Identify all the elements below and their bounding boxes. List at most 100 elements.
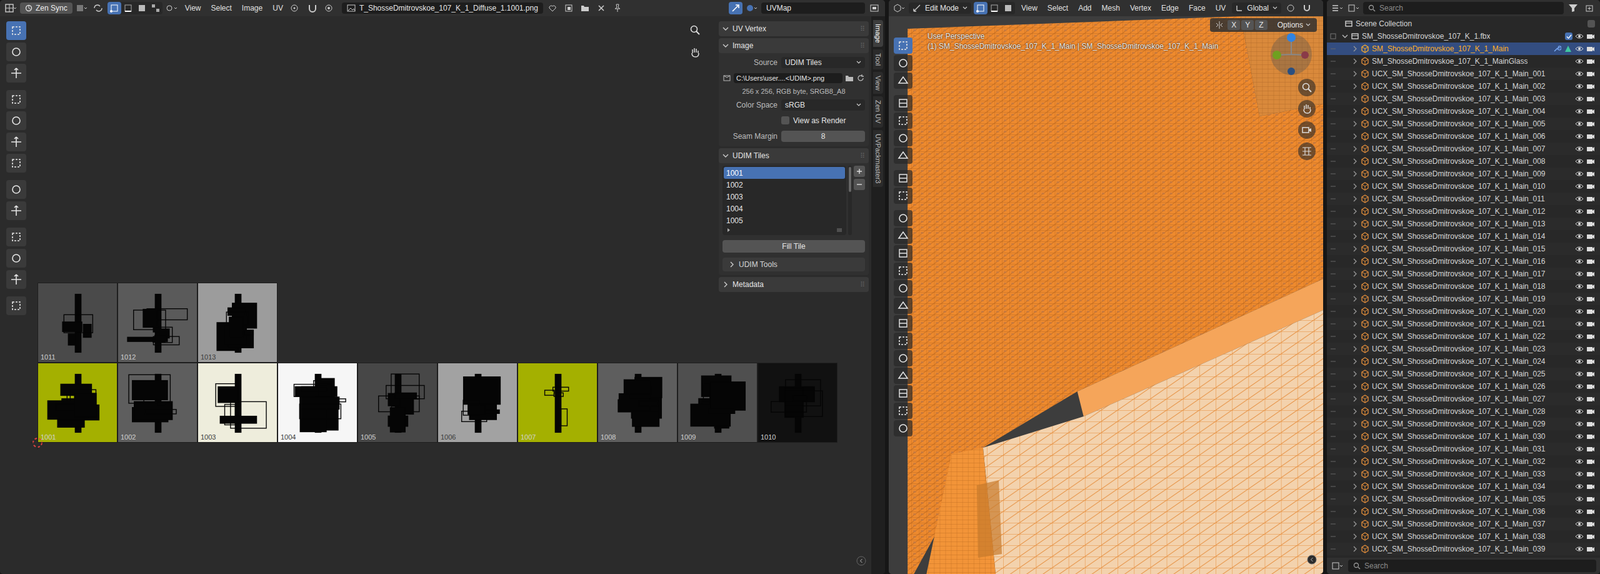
uv-island[interactable] (785, 390, 823, 417)
editor-type-icon[interactable] (892, 1, 907, 15)
object-row[interactable]: UCX_SM_ShosseDmitrovskoe_107_K_1_Main_01… (1326, 217, 1600, 230)
uv-island[interactable] (785, 388, 804, 417)
eye-icon[interactable] (1575, 406, 1584, 416)
camera-icon[interactable] (1586, 106, 1595, 116)
restrict-icon[interactable] (1330, 83, 1337, 90)
properties-editor-icon[interactable] (1330, 559, 1345, 572)
new-image-icon[interactable] (561, 1, 576, 15)
udim-tile[interactable]: 1013 (197, 282, 278, 363)
perspective-grid-icon[interactable] (1298, 142, 1316, 160)
camera-icon[interactable] (1586, 169, 1595, 179)
new-collection-icon[interactable] (1582, 1, 1597, 15)
uv-island[interactable] (63, 314, 93, 333)
seam-margin-field[interactable]: 8 (781, 130, 865, 142)
restrict-icon[interactable] (1330, 320, 1337, 327)
modifier-wrench-icon[interactable] (1552, 44, 1562, 54)
restrict-icon[interactable] (1330, 95, 1337, 102)
measure-tool-icon[interactable] (893, 170, 913, 187)
uv-island[interactable] (220, 416, 257, 424)
restrict-icon[interactable] (1330, 145, 1337, 152)
scene-collection-row[interactable]: Scene Collection (1326, 17, 1600, 30)
expand-arrow-icon[interactable] (1351, 70, 1359, 77)
exclude-checkbox[interactable] (1587, 20, 1595, 28)
udim-tile[interactable]: 1001 (37, 362, 118, 443)
camera-icon[interactable] (1586, 231, 1595, 241)
knife-tool-icon[interactable] (893, 280, 913, 297)
restrict-icon[interactable] (1330, 245, 1337, 252)
mirror-axis-toggle[interactable]: X (1227, 20, 1240, 30)
fake-user-icon[interactable] (545, 1, 560, 15)
restrict-icon[interactable] (1330, 70, 1337, 77)
panel-header[interactable]: Metadata⠿ (718, 276, 869, 292)
udim-tile[interactable]: 1010 (757, 362, 838, 443)
restrict-icon[interactable] (1330, 508, 1337, 515)
mode-dropdown[interactable]: Edit Mode (908, 2, 972, 14)
mirror-axis-toggle[interactable]: Y (1241, 20, 1254, 30)
uv-island[interactable] (553, 386, 569, 391)
uv-island[interactable] (157, 401, 166, 405)
zen-sample-tool-icon[interactable] (6, 296, 27, 315)
object-row[interactable]: UCX_SM_ShosseDmitrovskoe_107_K_1_Main_03… (1326, 530, 1600, 543)
uv-sync-icon[interactable] (728, 1, 743, 15)
region-toggle-icon[interactable] (1306, 554, 1317, 567)
add-tile-icon[interactable] (853, 165, 865, 177)
sidebar-tab[interactable]: Tool (873, 49, 884, 70)
uv-island[interactable] (143, 309, 158, 328)
filter-icon[interactable] (1566, 1, 1580, 15)
expand-arrow-icon[interactable] (1351, 245, 1359, 252)
pan-hand-icon[interactable] (1298, 100, 1316, 118)
uv-island[interactable] (785, 379, 821, 406)
uv-island[interactable] (771, 401, 807, 412)
eye-icon[interactable] (1575, 231, 1584, 241)
restrict-icon[interactable] (1330, 108, 1337, 115)
udim-tools-subpanel[interactable]: UDIM Tools (722, 257, 865, 272)
camera-icon[interactable] (1586, 444, 1595, 454)
shrink-tool-icon[interactable] (893, 367, 913, 384)
extrude-tool-icon[interactable] (893, 210, 913, 227)
camera-icon[interactable] (1586, 281, 1595, 291)
drag-grip-icon[interactable]: ⠿ (860, 151, 865, 160)
snap-icon[interactable] (305, 1, 320, 15)
add-cube-tool-icon[interactable] (893, 187, 913, 204)
rip-tool-icon[interactable] (6, 180, 27, 199)
vertex-select-icon[interactable] (973, 1, 988, 15)
uv-island[interactable] (155, 335, 167, 342)
uv-island[interactable] (244, 330, 254, 335)
object-row[interactable]: UCX_SM_ShosseDmitrovskoe_107_K_1_Main_02… (1326, 367, 1600, 380)
camera-icon[interactable] (1586, 156, 1595, 166)
expand-arrow-icon[interactable] (1351, 345, 1359, 352)
eye-icon[interactable] (1575, 69, 1584, 79)
object-row[interactable]: UCX_SM_ShosseDmitrovskoe_107_K_1_Main_01… (1326, 230, 1600, 243)
drag-grip-icon[interactable]: ⠿ (860, 41, 865, 50)
restrict-icon[interactable] (1330, 58, 1337, 65)
restrict-icon[interactable] (1330, 308, 1337, 315)
object-row[interactable]: UCX_SM_ShosseDmitrovskoe_107_K_1_Main_03… (1326, 517, 1600, 530)
expand-arrow-icon[interactable] (1351, 358, 1359, 365)
camera-icon[interactable] (1586, 294, 1595, 304)
uv-island[interactable] (62, 321, 82, 332)
eye-icon[interactable] (1575, 194, 1584, 204)
object-row[interactable]: UCX_SM_ShosseDmitrovskoe_107_K_1_Main_00… (1326, 155, 1600, 168)
open-image-icon[interactable] (578, 1, 592, 15)
restrict-icon[interactable] (1330, 420, 1337, 427)
eye-icon[interactable] (1575, 144, 1584, 154)
object-row[interactable]: UCX_SM_ShosseDmitrovskoe_107_K_1_Main_01… (1326, 192, 1600, 205)
eye-icon[interactable] (1575, 256, 1584, 266)
uv-island[interactable] (468, 404, 485, 414)
object-row[interactable]: UCX_SM_ShosseDmitrovskoe_107_K_1_Main_02… (1326, 330, 1600, 343)
eye-icon[interactable] (1575, 31, 1584, 41)
udim-tile-item[interactable]: 1004 (723, 202, 845, 215)
object-row[interactable]: UCX_SM_ShosseDmitrovskoe_107_K_1_Main_00… (1326, 167, 1600, 180)
eye-icon[interactable] (1575, 269, 1584, 279)
mirror-axis-toggle[interactable]: Z (1255, 20, 1267, 30)
object-row[interactable]: UCX_SM_ShosseDmitrovskoe_107_K_1_Main_00… (1326, 142, 1600, 155)
uv-island[interactable] (134, 401, 173, 420)
face-select-icon[interactable] (1001, 1, 1015, 15)
camera-icon[interactable] (1586, 256, 1595, 266)
object-row[interactable]: UCX_SM_ShosseDmitrovskoe_107_K_1_Main_03… (1326, 442, 1600, 455)
restrict-icon[interactable] (1330, 183, 1337, 190)
zen-checker-tool-icon[interactable] (6, 270, 27, 289)
object-row[interactable]: UCX_SM_ShosseDmitrovskoe_107_K_1_Main_00… (1326, 67, 1600, 80)
uv-island[interactable] (555, 374, 561, 433)
folder-icon[interactable] (845, 73, 854, 83)
